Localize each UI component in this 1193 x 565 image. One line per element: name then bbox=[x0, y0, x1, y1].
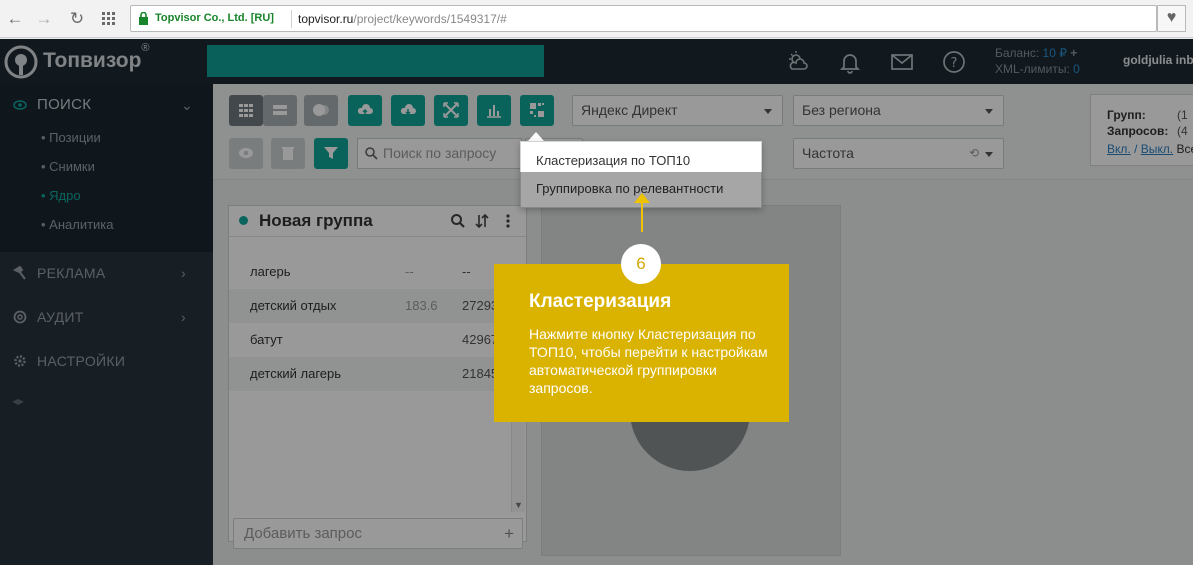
reload-icon[interactable]: ↻ bbox=[66, 8, 88, 30]
dropdown-caret bbox=[528, 132, 544, 141]
tooltip-title: Кластеризация bbox=[529, 291, 672, 312]
certificate-label: Topvisor Co., Ltd. [RU] bbox=[155, 12, 274, 24]
lock-icon bbox=[139, 12, 148, 25]
url-separator bbox=[291, 10, 292, 28]
menu-item-cluster-top10[interactable]: Кластеризация по ТОП10 bbox=[536, 153, 690, 168]
forward-arrow-icon[interactable]: → bbox=[33, 8, 55, 30]
step-badge: 6 bbox=[621, 244, 661, 284]
back-arrow-icon[interactable]: ← bbox=[4, 8, 26, 30]
url-text[interactable]: topvisor.ru/project/keywords/1549317/# bbox=[298, 12, 507, 26]
apps-grid-icon[interactable] bbox=[98, 8, 120, 30]
browser-toolbar: ← → ↻ Topvisor Co., Ltd. [RU] topvisor.r… bbox=[0, 0, 1193, 38]
bookmark-heart-icon[interactable]: ♥ bbox=[1157, 5, 1186, 32]
address-bar[interactable]: Topvisor Co., Ltd. [RU] topvisor.ru/proj… bbox=[130, 5, 1157, 32]
tooltip-text: Нажмите кнопку Кластеризация по ТОП10, ч… bbox=[529, 326, 768, 396]
pointer-line bbox=[641, 200, 643, 232]
tour-tooltip: Кластеризация Нажмите кнопку Кластеризац… bbox=[494, 264, 789, 422]
